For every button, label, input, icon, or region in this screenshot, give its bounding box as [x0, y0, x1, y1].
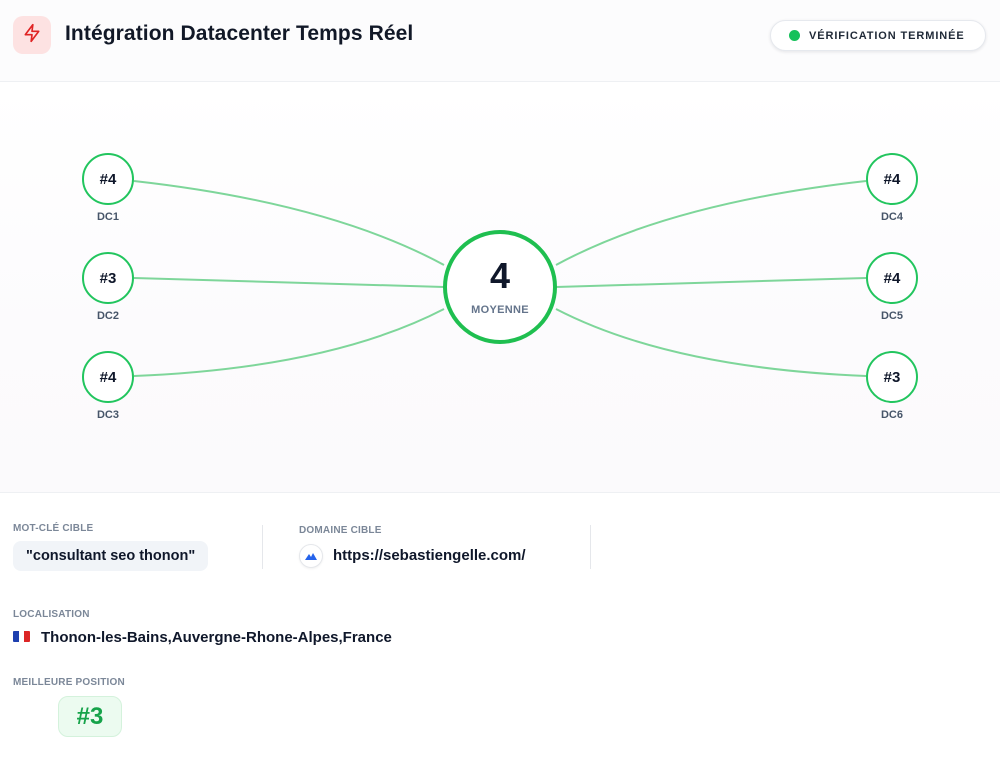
connector-dc3 [133, 308, 445, 377]
keyword-label: MOT-CLÉ CIBLE [13, 523, 94, 534]
domain-link[interactable]: https://sebastiengelle.com/ [333, 547, 526, 564]
node-dc1[interactable]: #4 [82, 153, 134, 205]
node-label-dc1: DC1 [96, 211, 119, 223]
connector-dc5 [555, 277, 867, 288]
connector-dc6 [555, 308, 867, 377]
connector-dc2 [133, 277, 445, 288]
divider [262, 525, 263, 569]
best-position-label: MEILLEURE POSITION [13, 677, 125, 688]
best-position-value: #3 [58, 696, 122, 737]
node-dc2[interactable]: #3 [82, 252, 134, 304]
node-label-dc4: DC4 [880, 211, 903, 223]
domain-label: DOMAINE CIBLE [299, 525, 382, 536]
location-label: LOCALISATION [13, 609, 90, 620]
node-dc5[interactable]: #4 [866, 252, 918, 304]
average-label: MOYENNE [471, 304, 529, 316]
node-label-dc2: DC2 [96, 310, 119, 322]
site-logo-icon [299, 544, 323, 568]
average-value: 4 [489, 255, 511, 296]
status-badge: VÉRIFICATION TERMINÉE [770, 20, 986, 51]
logo [13, 16, 51, 54]
keyword-chip: "consultant seo thonon" [13, 541, 209, 571]
france-flag-icon [13, 631, 30, 642]
header: Intégration Datacenter Temps Réel VÉRIFI… [0, 0, 1000, 82]
node-label-dc3: DC3 [96, 409, 119, 421]
page-title: Intégration Datacenter Temps Réel [65, 22, 414, 45]
node-label-dc6: DC6 [880, 409, 903, 421]
node-dc4[interactable]: #4 [866, 153, 918, 205]
node-dc3[interactable]: #4 [82, 351, 134, 403]
status-label: VÉRIFICATION TERMINÉE [809, 29, 965, 42]
location-value: Thonon-les-Bains,Auvergne-Rhone-Alpes,Fr… [41, 629, 392, 646]
connector-dc4 [555, 180, 867, 266]
average-hub: 4 MOYENNE [443, 230, 557, 344]
node-dc6[interactable]: #3 [866, 351, 918, 403]
connector-dc1 [133, 180, 445, 266]
status-dot [789, 30, 800, 41]
node-label-dc5: DC5 [880, 310, 903, 322]
datacenter-diagram: #4 DC1 #3 DC2 #4 DC3 #4 DC4 #4 DC5 #3 DC… [0, 83, 1000, 493]
bolt-icon [22, 23, 42, 48]
divider [590, 525, 591, 569]
